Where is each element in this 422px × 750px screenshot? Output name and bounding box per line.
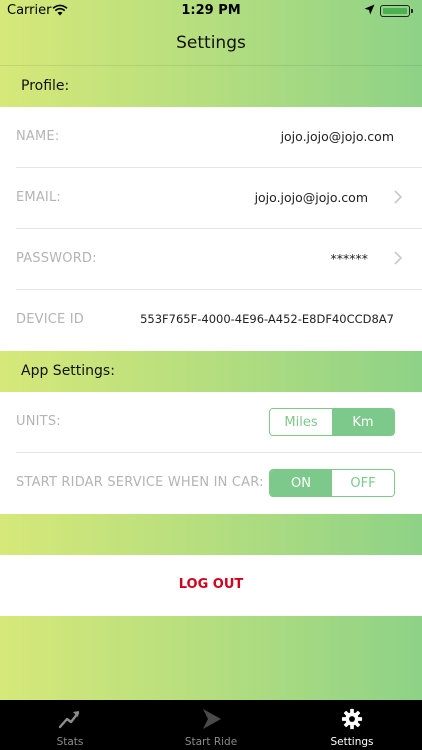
units-option-km[interactable]: Km [332,409,394,435]
profile-section-header: Profile: [0,66,422,107]
profile-row-device-id: DEVICE ID 553F765F-4000-4E96-A452-E8DF40… [0,290,422,351]
app-settings-section-header: App Settings: [0,351,422,392]
logout-row[interactable]: LOG OUT [0,555,422,616]
clock: 1:29 PM [181,3,241,18]
name-value: jojo.jojo@jojo.com [280,129,394,144]
profile-row-email[interactable]: EMAIL: jojo.jojo@jojo.com [0,168,422,229]
gear-icon [341,708,363,730]
service-segmented-control[interactable]: ON OFF [269,469,395,497]
units-row: UNITS: Miles Km [0,392,422,453]
tab-start-ride[interactable]: Start Ride [141,700,281,750]
nav-bar: Carrier 1:29 PM Settings [0,0,422,66]
email-value: jojo.jojo@jojo.com [254,190,368,205]
status-bar: Carrier 1:29 PM [0,0,422,22]
tab-settings-label: Settings [330,736,374,748]
tab-start-ride-label: Start Ride [184,736,238,748]
tab-stats[interactable]: Stats [0,700,140,750]
service-option-on[interactable]: ON [270,470,332,496]
page-title: Settings [176,33,246,53]
navigation-arrow-icon [203,709,221,729]
trend-icon [58,711,80,729]
profile-row-password[interactable]: PASSWORD: ****** [0,229,422,290]
chevron-right-icon [394,190,402,204]
location-arrow-icon [364,4,375,15]
tab-settings[interactable]: Settings [282,700,422,750]
service-row: START RIDAR SERVICE WHEN IN CAR: ON OFF [0,453,422,514]
name-label: NAME: [16,129,60,144]
service-label: START RIDAR SERVICE WHEN IN CAR: [16,475,264,490]
units-option-miles[interactable]: Miles [270,409,332,435]
bottom-spacer-band [0,616,422,700]
device-id-value: 553F765F-4000-4E96-A452-E8DF40CCD8A7 [140,312,394,326]
service-option-off[interactable]: OFF [332,470,394,496]
spacer-band [0,514,422,555]
units-label: UNITS: [16,414,61,429]
units-segmented-control[interactable]: Miles Km [269,408,395,436]
logout-button[interactable]: LOG OUT [0,577,422,592]
email-label: EMAIL: [16,190,61,205]
profile-row-name: NAME: jojo.jojo@jojo.com [0,107,422,168]
battery-icon [380,5,413,17]
chevron-right-icon [394,251,402,265]
password-label: PASSWORD: [16,251,97,266]
profile-section-title: Profile: [21,78,70,94]
password-value: ****** [330,251,369,266]
device-id-label: DEVICE ID [16,312,85,327]
tab-stats-label: Stats [56,736,84,748]
tab-bar: Stats Start Ride Settings [0,700,422,750]
app-settings-section-title: App Settings: [21,363,115,379]
